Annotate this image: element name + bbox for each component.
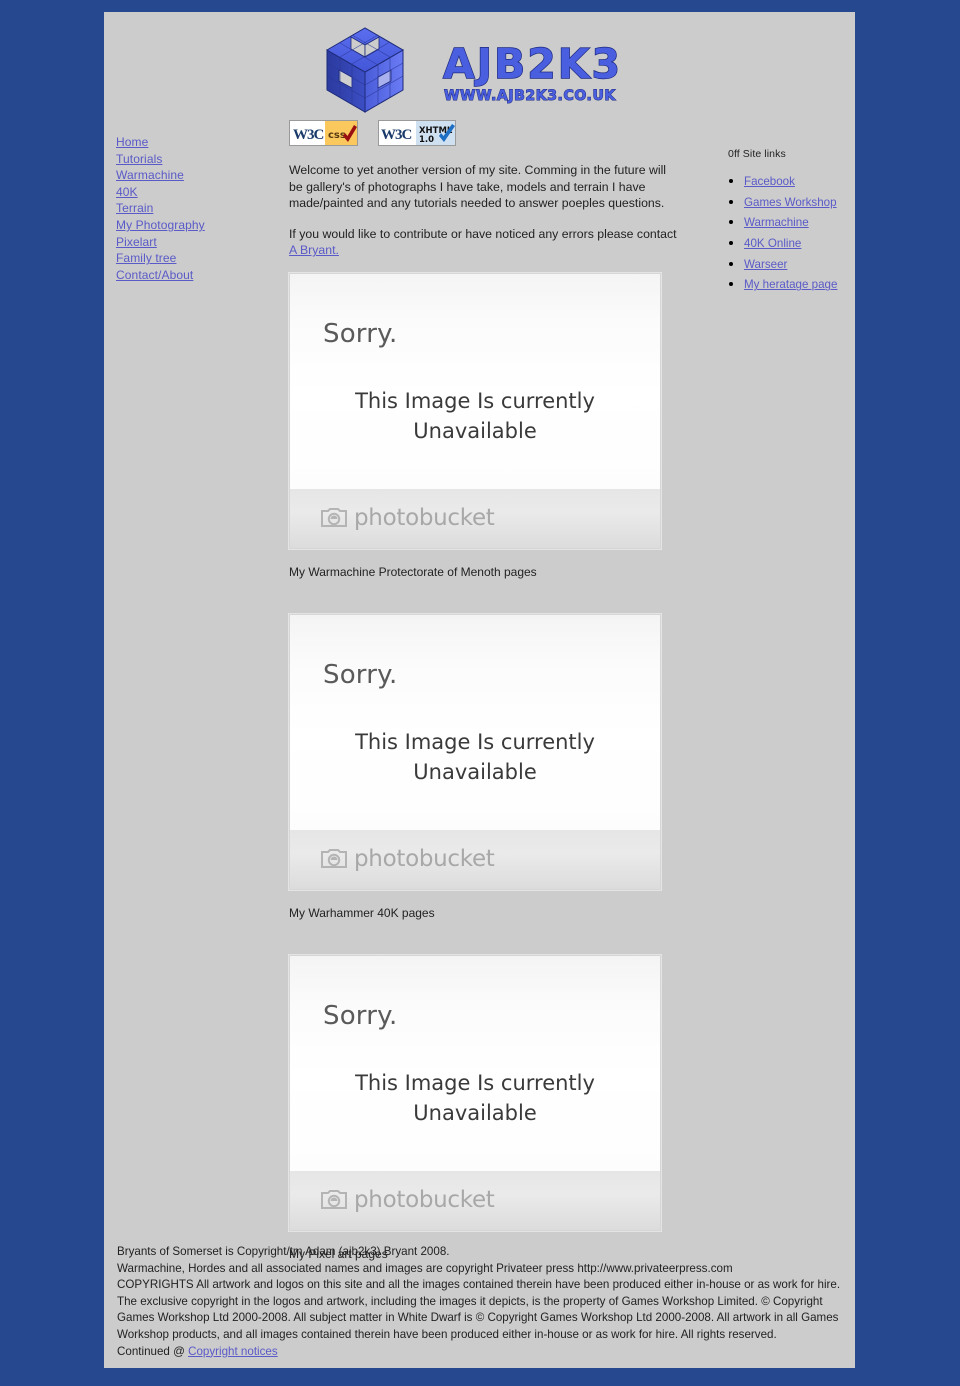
list-item: Warmachine bbox=[744, 213, 851, 231]
cube-logo-icon bbox=[326, 27, 404, 113]
photobucket-brand-bar: photobucket bbox=[290, 488, 660, 548]
sidebar-item-pixelart[interactable]: Pixelart bbox=[116, 234, 276, 251]
sidebar-item-contact-about[interactable]: Contact/About bbox=[116, 267, 276, 284]
site-header: AJB2K3 WWW.AJB2K3.CO.UK bbox=[104, 12, 855, 117]
w3c-css-badge-label: css bbox=[328, 130, 346, 141]
camera-icon bbox=[321, 508, 347, 528]
placeholder-body: Sorry. This Image Is currently Unavailab… bbox=[290, 273, 660, 490]
placeholder-sorry-text: Sorry. bbox=[323, 1000, 398, 1031]
offsite-link-my-heratage-page[interactable]: My heratage page bbox=[744, 278, 837, 291]
site-footer: Bryants of Somerset is Copyright/tm Adam… bbox=[117, 1244, 844, 1360]
offsite-links-list: Facebook Games Workshop Warmachine 40K O… bbox=[726, 172, 851, 294]
offsite-link-40k-online[interactable]: 40K Online bbox=[744, 237, 801, 250]
w3c-xhtml-badge[interactable]: W3C XHTML 1.0 bbox=[378, 120, 457, 146]
camera-icon bbox=[321, 849, 347, 869]
photobucket-placeholder-image[interactable]: Sorry. This Image Is currently Unavailab… bbox=[289, 954, 661, 1231]
sidebar-item-tutorials[interactable]: Tutorials bbox=[116, 151, 276, 168]
page-container: AJB2K3 WWW.AJB2K3.CO.UK Home Tutorials W… bbox=[104, 12, 855, 1368]
sidebar-item-terrain[interactable]: Terrain bbox=[116, 200, 276, 217]
figure-warmachine: Sorry. This Image Is currently Unavailab… bbox=[289, 272, 679, 580]
placeholder-body: Sorry. This Image Is currently Unavailab… bbox=[290, 955, 660, 1172]
site-logo[interactable]: AJB2K3 WWW.AJB2K3.CO.UK bbox=[321, 24, 661, 116]
photobucket-brand-text: photobucket bbox=[354, 505, 495, 532]
figure-caption: My Warmachine Protectorate of Menoth pag… bbox=[289, 564, 537, 579]
intro-paragraph: Welcome to yet another version of my sit… bbox=[289, 163, 667, 211]
figure-40k: Sorry. This Image Is currently Unavailab… bbox=[289, 613, 679, 921]
offsite-link-games-workshop[interactable]: Games Workshop bbox=[744, 196, 837, 209]
placeholder-message-text: This Image Is currently Unavailable bbox=[355, 1070, 595, 1125]
w3c-xhtml-badge-mark: W3C bbox=[381, 127, 412, 143]
validator-badges: W3C css W3C XHTML 1.0 bbox=[289, 120, 679, 148]
list-item: Games Workshop bbox=[744, 193, 851, 211]
main-content: W3C css W3C XHTML 1.0 Welcome to yet ano… bbox=[289, 120, 679, 1296]
main-navigation: Home Tutorials Warmachine 40K Terrain My… bbox=[116, 134, 276, 283]
offsite-link-warmachine[interactable]: Warmachine bbox=[744, 216, 809, 229]
sidebar-item-my-photography[interactable]: My Photography bbox=[116, 217, 276, 234]
list-item: My heratage page bbox=[744, 275, 851, 293]
photobucket-brand-text: photobucket bbox=[354, 1187, 495, 1214]
photobucket-brand-bar: photobucket bbox=[290, 1170, 660, 1230]
contact-paragraph: If you would like to contribute or have … bbox=[289, 226, 679, 259]
footer-continued-line: Continued @ Copyright notices bbox=[117, 1344, 844, 1361]
sidebar-item-family-tree[interactable]: Family tree bbox=[116, 250, 276, 267]
contact-link[interactable]: A Bryant. bbox=[289, 243, 339, 257]
footer-continued-prefix: Continued @ bbox=[117, 1344, 189, 1358]
sidebar-item-warmachine[interactable]: Warmachine bbox=[116, 167, 276, 184]
camera-icon bbox=[321, 1190, 347, 1210]
footer-copyright-line-2: Warmachine, Hordes and all associated na… bbox=[117, 1261, 733, 1275]
offsite-links-panel: 0ff Site links Facebook Games Workshop W… bbox=[726, 148, 851, 296]
contact-text: If you would like to contribute or have … bbox=[289, 226, 677, 241]
logo-wordmark: AJB2K3 WWW.AJB2K3.CO.UK bbox=[442, 39, 622, 104]
w3c-xhtml-badge-version: 1.0 bbox=[419, 135, 434, 145]
photobucket-placeholder-image[interactable]: Sorry. This Image Is currently Unavailab… bbox=[289, 613, 661, 890]
figure-pixelart: Sorry. This Image Is currently Unavailab… bbox=[289, 954, 679, 1262]
photobucket-placeholder-image[interactable]: Sorry. This Image Is currently Unavailab… bbox=[289, 272, 661, 549]
list-item: Facebook bbox=[744, 172, 851, 190]
logo-title-text: AJB2K3 bbox=[443, 40, 622, 88]
footer-copyright-line-3: COPYRIGHTS All artwork and logos on this… bbox=[117, 1278, 841, 1341]
sidebar-item-home[interactable]: Home bbox=[116, 134, 276, 151]
placeholder-message-text: This Image Is currently Unavailable bbox=[355, 388, 595, 443]
offsite-link-facebook[interactable]: Facebook bbox=[744, 175, 795, 188]
offsite-link-warseer[interactable]: Warseer bbox=[744, 258, 787, 271]
placeholder-sorry-text: Sorry. bbox=[323, 318, 398, 349]
logo-subtitle-text: WWW.AJB2K3.CO.UK bbox=[444, 88, 616, 104]
photobucket-brand-text: photobucket bbox=[354, 846, 495, 873]
photobucket-brand-bar: photobucket bbox=[290, 829, 660, 889]
w3c-css-badge[interactable]: W3C css bbox=[289, 120, 358, 146]
w3c-css-badge-mark: W3C bbox=[293, 127, 324, 143]
placeholder-sorry-text: Sorry. bbox=[323, 659, 398, 690]
footer-copyright-line-1: Bryants of Somerset is Copyright/tm Adam… bbox=[117, 1245, 450, 1258]
placeholder-message-text: This Image Is currently Unavailable bbox=[355, 729, 595, 784]
figure-caption: My Warhammer 40K pages bbox=[289, 905, 435, 920]
sidebar-item-40k[interactable]: 40K bbox=[116, 184, 276, 201]
list-item: Warseer bbox=[744, 255, 851, 273]
offsite-links-heading: 0ff Site links bbox=[728, 148, 786, 160]
list-item: 40K Online bbox=[744, 234, 851, 252]
copyright-notices-link[interactable]: Copyright notices bbox=[188, 1345, 278, 1358]
placeholder-body: Sorry. This Image Is currently Unavailab… bbox=[290, 614, 660, 831]
